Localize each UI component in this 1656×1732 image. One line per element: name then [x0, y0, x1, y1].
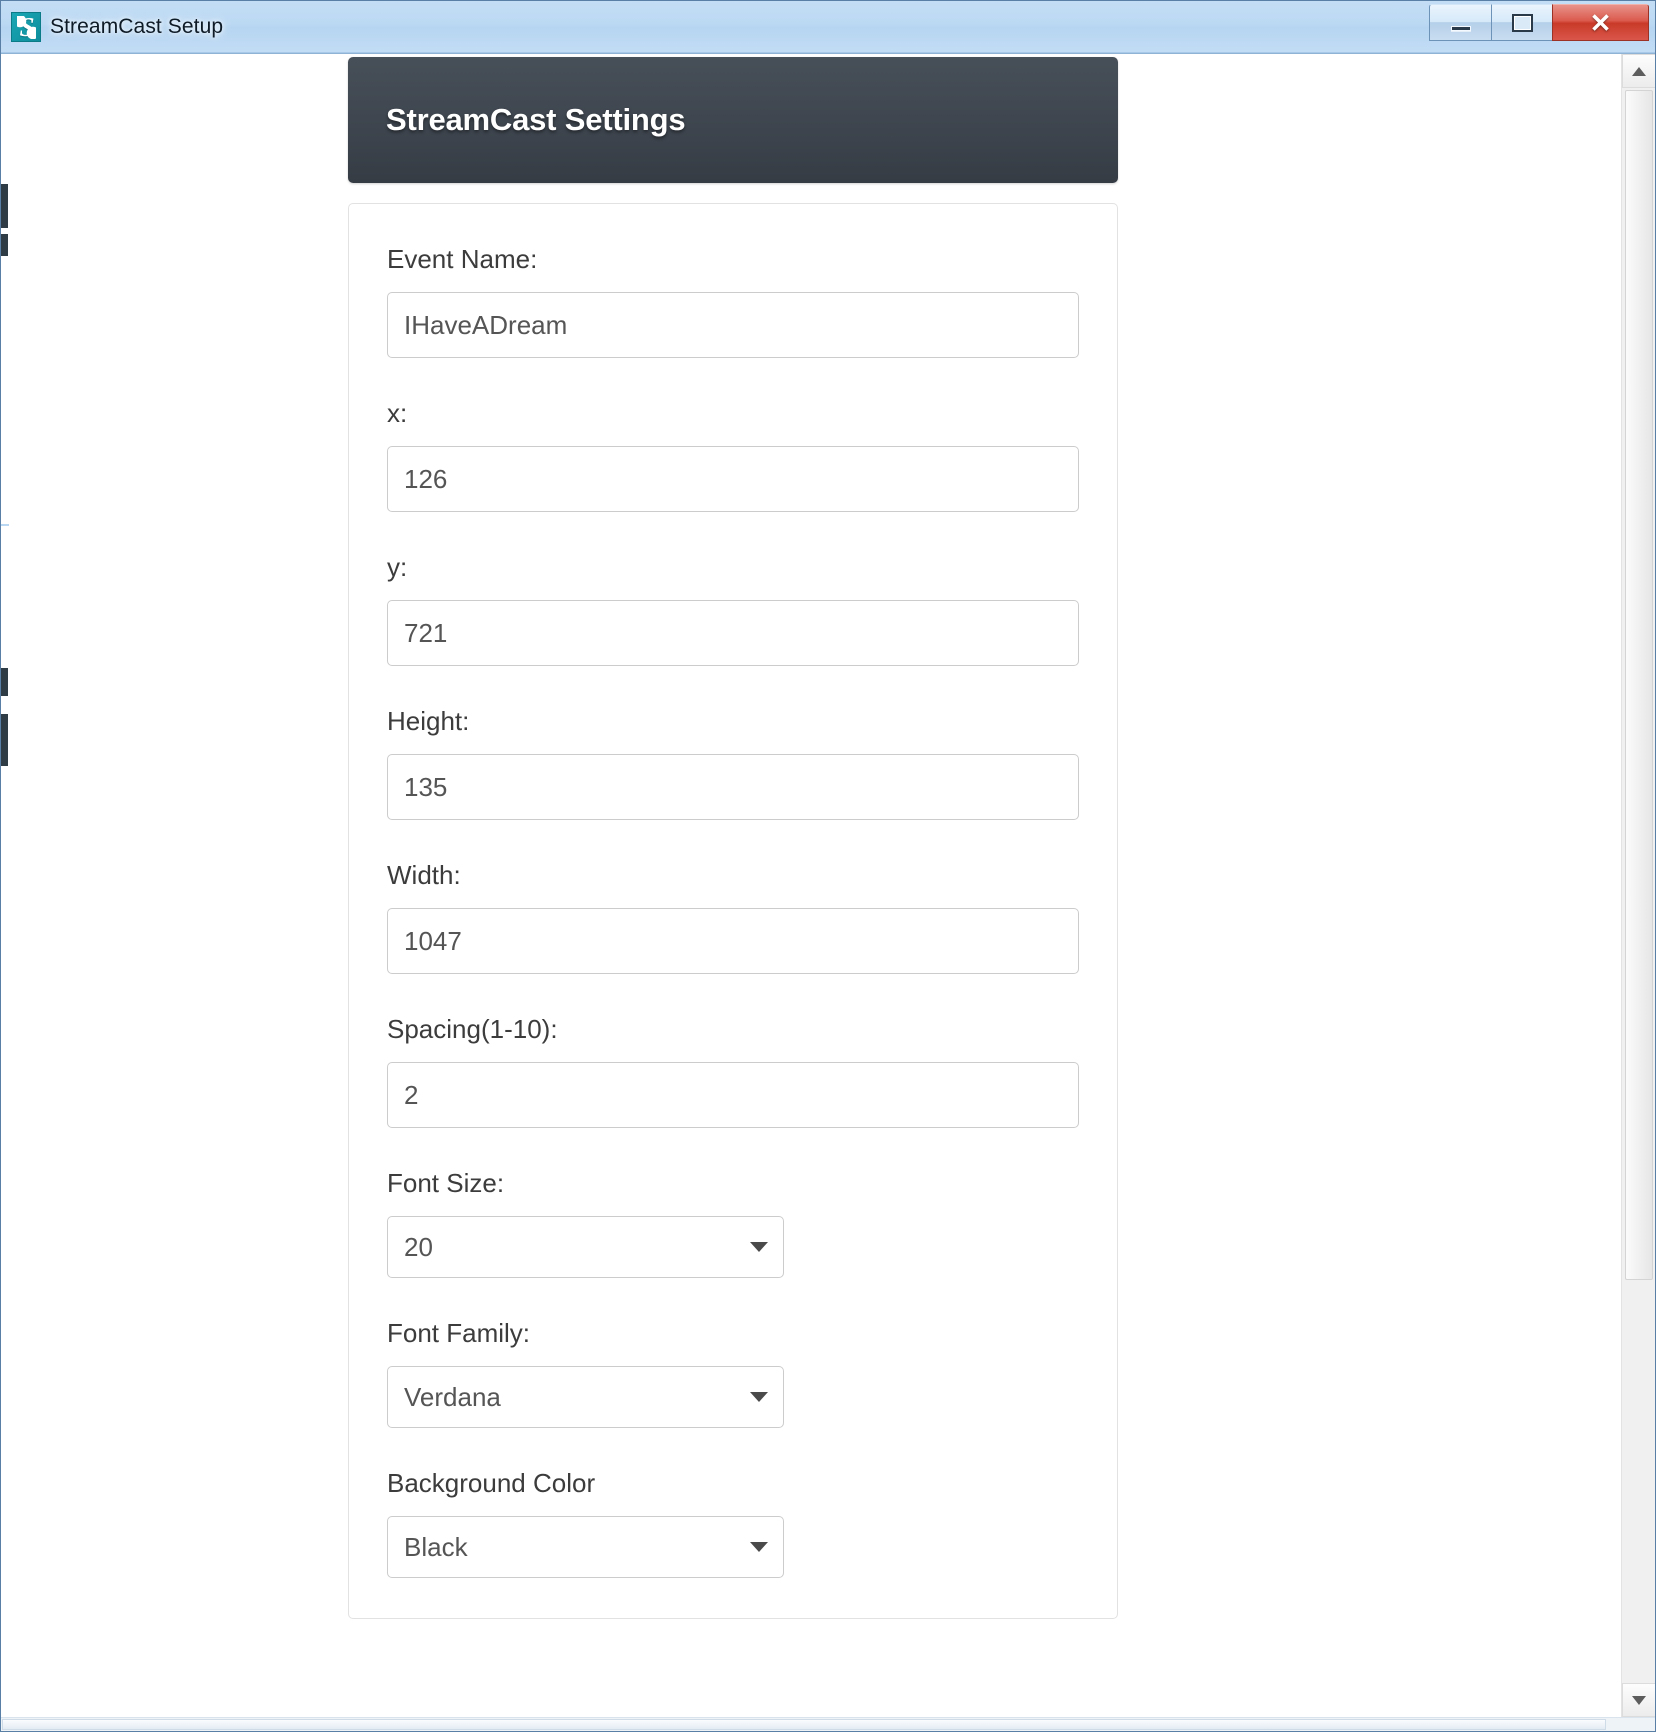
label-height: Height:	[387, 706, 470, 736]
label-x: x:	[387, 398, 408, 428]
application-window: S StreamCast Setup ✕ StreamCast Settings…	[0, 0, 1656, 1732]
background-color-select[interactable]: Black	[387, 1516, 784, 1578]
vertical-scrollbar[interactable]	[1621, 54, 1655, 1717]
event-name-input[interactable]	[387, 292, 1079, 358]
settings-header-banner: StreamCast Settings	[348, 57, 1118, 183]
maximize-button[interactable]	[1491, 4, 1553, 41]
scroll-up-button[interactable]	[1622, 54, 1655, 88]
close-button[interactable]: ✕	[1552, 4, 1649, 41]
font-size-select[interactable]: 20	[387, 1216, 784, 1278]
window-client-area: StreamCast Settings Event Name: x:	[1, 53, 1655, 1731]
width-input[interactable]	[387, 908, 1079, 974]
label-spacing: Spacing(1-10):	[387, 1014, 558, 1044]
app-logo-icon: S	[11, 11, 41, 42]
field-background-color: Background Color Black	[387, 1468, 1079, 1578]
field-x: x:	[387, 398, 1079, 512]
font-family-select[interactable]: Verdana	[387, 1366, 784, 1428]
maximize-icon	[1511, 13, 1533, 32]
field-font-size: Font Size: 20	[387, 1168, 1079, 1278]
font-family-value: Verdana	[387, 1366, 784, 1428]
font-size-value: 20	[387, 1216, 784, 1278]
scroll-up-icon	[1632, 66, 1646, 76]
label-font-size: Font Size:	[387, 1168, 505, 1198]
background-color-value: Black	[387, 1516, 784, 1578]
settings-form-card: Event Name: x: y:	[348, 203, 1118, 1619]
label-y: y:	[387, 552, 408, 582]
scrollable-content: StreamCast Settings Event Name: x:	[1, 54, 1621, 1717]
field-height: Height:	[387, 706, 1079, 820]
field-event-name: Event Name:	[387, 244, 1079, 358]
label-font-family: Font Family:	[387, 1318, 531, 1348]
settings-page: StreamCast Settings Event Name: x:	[1, 57, 1621, 1619]
window-title: StreamCast Setup	[50, 14, 224, 38]
window-titlebar[interactable]: S StreamCast Setup ✕	[1, 1, 1655, 53]
label-event-name: Event Name:	[387, 244, 538, 274]
field-width: Width:	[387, 860, 1079, 974]
minimize-button[interactable]	[1429, 4, 1491, 41]
app-logo-glyph: S	[19, 11, 35, 42]
label-background-color: Background Color	[387, 1468, 596, 1498]
y-input[interactable]	[387, 600, 1079, 666]
scroll-down-icon	[1632, 1695, 1646, 1705]
content-viewport: StreamCast Settings Event Name: x:	[1, 54, 1621, 1717]
scrollbar-thumb[interactable]	[1625, 90, 1653, 1280]
horizontal-scrollbar-thumb[interactable]	[2, 1719, 1607, 1730]
scroll-down-button[interactable]	[1622, 1683, 1655, 1717]
window-controls: ✕	[1429, 4, 1649, 46]
label-width: Width:	[387, 860, 461, 890]
horizontal-scrollbar[interactable]	[1, 1717, 1655, 1731]
titlebar-left-group: S StreamCast Setup	[1, 11, 224, 42]
height-input[interactable]	[387, 754, 1079, 820]
field-spacing: Spacing(1-10):	[387, 1014, 1079, 1128]
field-font-family: Font Family: Verdana	[387, 1318, 1079, 1428]
field-y: y:	[387, 552, 1079, 666]
spacing-input[interactable]	[387, 1062, 1079, 1128]
minimize-icon	[1450, 25, 1471, 31]
close-icon: ✕	[1589, 7, 1612, 38]
x-input[interactable]	[387, 446, 1079, 512]
page-title: StreamCast Settings	[386, 102, 686, 137]
